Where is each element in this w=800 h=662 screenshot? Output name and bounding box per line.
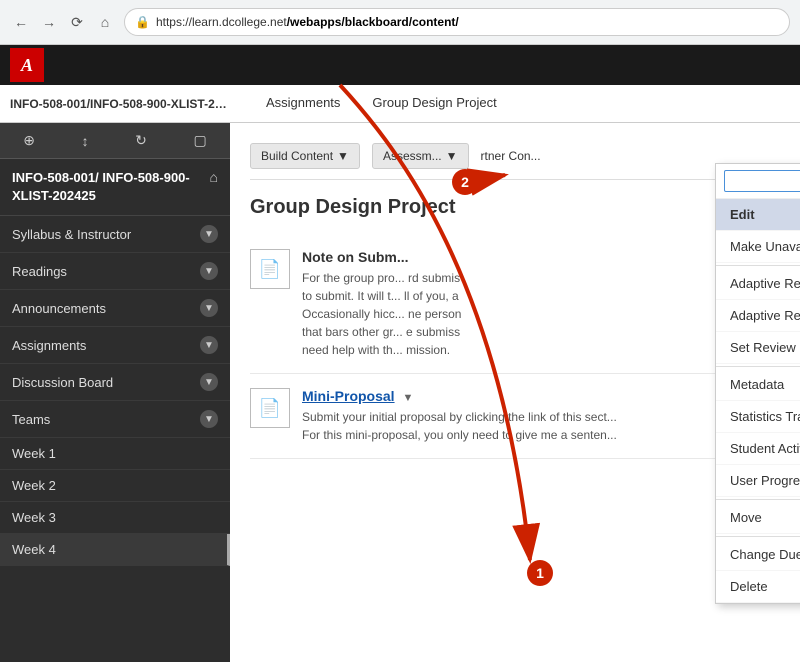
sidebar-item-label: Readings	[12, 264, 67, 279]
tab-group-design[interactable]: Group Design Project	[356, 87, 512, 120]
content-item-text: Note on Subm... For the group pro... rd …	[302, 249, 461, 359]
course-id: INFO-508-001/INFO-508-900-XLIST-202425	[10, 97, 230, 111]
sidebar-week-label: Week 2	[12, 478, 56, 493]
build-content-label: Build Content	[261, 149, 333, 163]
context-menu-item-adaptive-release[interactable]: Adaptive Release	[716, 268, 800, 300]
app-header: A	[0, 45, 800, 85]
chevron-icon: ▼	[200, 225, 218, 243]
sidebar-week-label: Week 3	[12, 510, 56, 525]
chevron-icon: ▼	[200, 299, 218, 317]
app-logo: A	[10, 48, 44, 82]
sidebar-item-syllabus[interactable]: Syllabus & Instructor ▼	[0, 216, 230, 253]
url-text: https://learn.dcollege.net/webapps/black…	[156, 15, 459, 29]
sidebar-week-label: Week 1	[12, 446, 56, 461]
context-menu: ✕ Edit Make Unavailable Adaptive Release…	[715, 163, 800, 604]
home-button[interactable]: ⌂	[94, 11, 116, 33]
assessments-button[interactable]: Assessm... ▼	[372, 143, 469, 169]
sidebar-home-icon[interactable]: ⌂	[210, 169, 218, 185]
sidebar-item-week4[interactable]: Week 4	[0, 534, 230, 566]
course-nav: INFO-508-001/INFO-508-900-XLIST-202425 A…	[0, 85, 800, 123]
context-menu-item-make-unavailable[interactable]: Make Unavailable	[716, 231, 800, 263]
sidebar-toolbar: ⊕ ↕ ↻ ▢	[0, 123, 230, 159]
assessments-label: Assessm...	[383, 149, 442, 163]
dropdown-trigger-icon[interactable]: ▼	[402, 392, 413, 404]
item-title: Mini-Proposal ▼	[302, 388, 617, 404]
context-menu-divider	[716, 366, 800, 367]
sidebar-item-week1[interactable]: Week 1	[0, 438, 230, 470]
nav-buttons: ← → ⟳ ⌂	[10, 11, 116, 33]
item-body: Submit your initial proposal by clicking…	[302, 408, 617, 444]
sidebar-item-label: Syllabus & Instructor	[12, 227, 131, 242]
sidebar-item-discussion-board[interactable]: Discussion Board ▼	[0, 364, 230, 401]
page-title: Group Design Project	[250, 196, 780, 219]
sidebar-course-info: ⌂ INFO-508-001/ INFO-508-900- XLIST-2024…	[0, 159, 230, 216]
content-item-mini-proposal: 📄 Mini-Proposal ▼ Submit your initial pr…	[250, 374, 780, 459]
document-icon: 📄	[250, 249, 290, 289]
sidebar-week-label: Week 4	[12, 542, 56, 557]
sidebar-item-label: Assignments	[12, 338, 86, 353]
content-item-text: Mini-Proposal ▼ Submit your initial prop…	[302, 388, 617, 444]
back-button[interactable]: ←	[10, 11, 32, 33]
context-menu-search-input[interactable]	[724, 170, 800, 192]
context-menu-item-delete[interactable]: Delete	[716, 571, 800, 603]
chevron-icon: ▼	[200, 336, 218, 354]
content-item-note: 📄 Note on Subm... For the group pro... r…	[250, 235, 780, 374]
context-menu-item-student-activity[interactable]: Student Activity	[716, 433, 800, 465]
context-menu-divider	[716, 499, 800, 500]
main-layout: ⊕ ↕ ↻ ▢ ⌂ INFO-508-001/ INFO-508-900- XL…	[0, 123, 800, 662]
context-menu-search-bar: ✕	[716, 164, 800, 199]
context-menu-item-user-progress[interactable]: User Progress	[716, 465, 800, 497]
sidebar-tool-add[interactable]: ⊕	[15, 128, 43, 153]
context-menu-item-edit[interactable]: Edit	[716, 199, 800, 231]
sidebar-item-label: Discussion Board	[12, 375, 113, 390]
content-area: Build Content ▼ Assessm... ▼ rtner Con..…	[230, 123, 800, 662]
sidebar-course-title: INFO-508-001/ INFO-508-900- XLIST-202425	[12, 169, 218, 205]
chevron-icon: ▼	[200, 373, 218, 391]
reload-button[interactable]: ⟳	[66, 11, 88, 33]
security-icon: 🔒	[135, 15, 150, 29]
document-icon: 📄	[250, 388, 290, 428]
mini-proposal-link[interactable]: Mini-Proposal	[302, 388, 395, 404]
chevron-icon: ▼	[200, 262, 218, 280]
tab-assignments[interactable]: Assignments	[250, 87, 356, 120]
context-menu-item-adaptive-release-advanced[interactable]: Adaptive Release: Advanced	[716, 300, 800, 332]
sidebar-tool-file[interactable]: ▢	[185, 128, 214, 153]
context-menu-item-change-due-date[interactable]: Change Due Date	[716, 539, 800, 571]
sidebar-tool-reorder[interactable]: ↕	[74, 129, 97, 153]
context-menu-item-metadata[interactable]: Metadata	[716, 369, 800, 401]
context-menu-divider	[716, 265, 800, 266]
content-toolbar: Build Content ▼ Assessm... ▼ rtner Con..…	[250, 143, 780, 180]
item-body: For the group pro... rd submis to submit…	[302, 269, 461, 359]
sidebar-item-announcements[interactable]: Announcements ▼	[0, 290, 230, 327]
partner-label: rtner Con...	[481, 149, 541, 163]
context-menu-divider	[716, 536, 800, 537]
browser-chrome: ← → ⟳ ⌂ 🔒 https://learn.dcollege.net/web…	[0, 0, 800, 45]
sidebar-item-label: Announcements	[12, 301, 106, 316]
context-menu-item-review-status[interactable]: Set Review Status(Disabled)	[716, 332, 800, 364]
forward-button[interactable]: →	[38, 11, 60, 33]
sidebar-item-label: Teams	[12, 412, 50, 427]
sidebar-item-week2[interactable]: Week 2	[0, 470, 230, 502]
sidebar-item-teams[interactable]: Teams ▼	[0, 401, 230, 438]
sidebar-item-readings[interactable]: Readings ▼	[0, 253, 230, 290]
chevron-icon: ▼	[200, 410, 218, 428]
build-content-button[interactable]: Build Content ▼	[250, 143, 360, 169]
address-bar[interactable]: 🔒 https://learn.dcollege.net/webapps/bla…	[124, 8, 790, 36]
sidebar: ⊕ ↕ ↻ ▢ ⌂ INFO-508-001/ INFO-508-900- XL…	[0, 123, 230, 662]
context-menu-item-stats-tracking[interactable]: Statistics Tracking (On/Off)	[716, 401, 800, 433]
dropdown-icon: ▼	[446, 149, 458, 163]
context-menu-item-move[interactable]: Move	[716, 502, 800, 534]
item-title: Note on Subm...	[302, 249, 461, 265]
dropdown-icon: ▼	[337, 149, 349, 163]
sidebar-item-assignments[interactable]: Assignments ▼	[0, 327, 230, 364]
sidebar-tool-refresh[interactable]: ↻	[127, 128, 155, 153]
sidebar-item-week3[interactable]: Week 3	[0, 502, 230, 534]
